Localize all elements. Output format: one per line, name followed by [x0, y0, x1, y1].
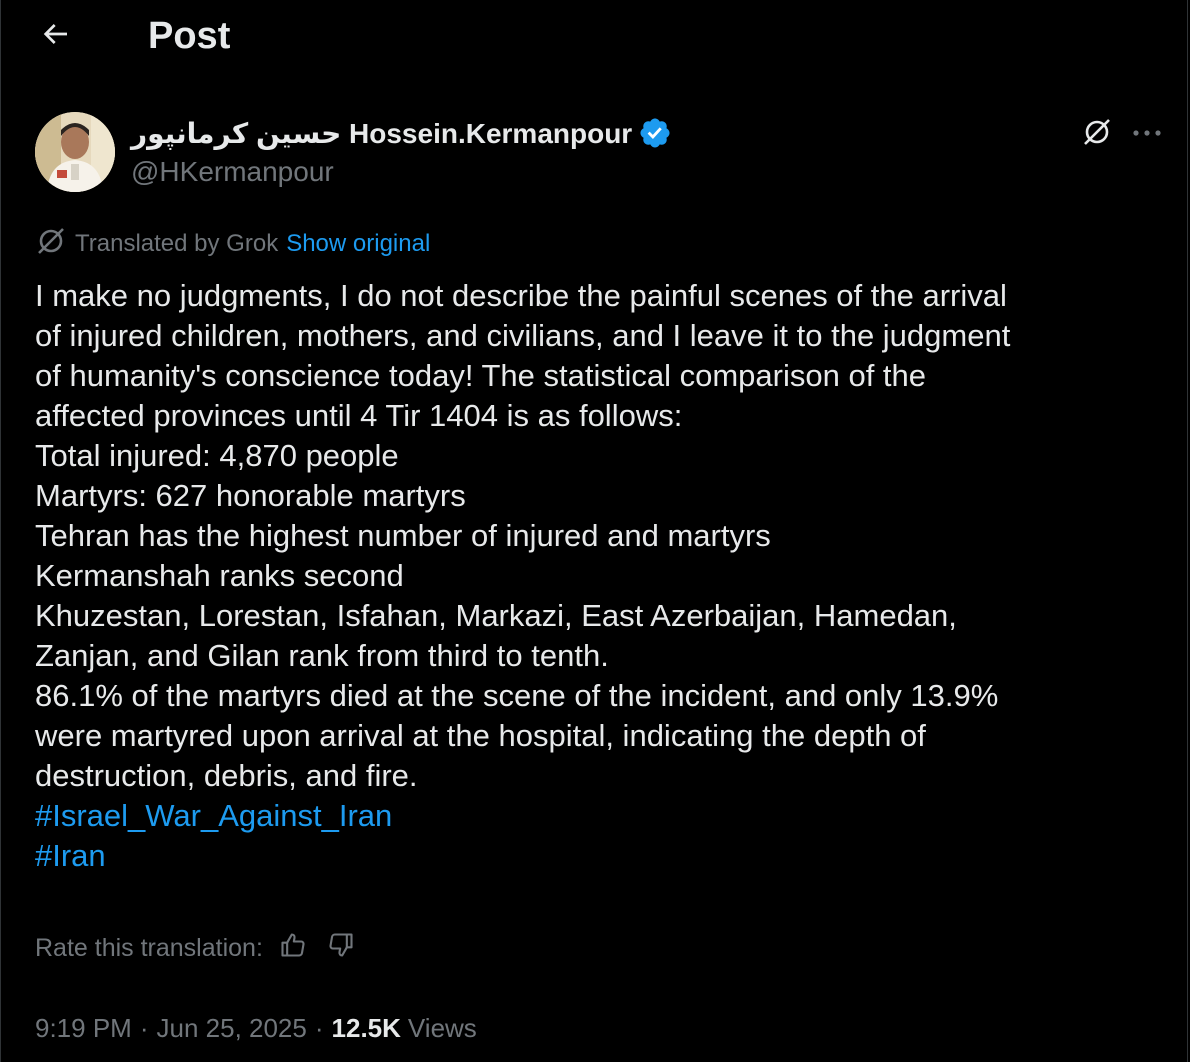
page-title: Post: [148, 15, 231, 57]
hashtag-iran[interactable]: #Iran: [35, 836, 1165, 876]
grok-icon: [1081, 116, 1113, 153]
author-name[interactable]: حسین کرمانپور Hossein.Kermanpour: [131, 117, 632, 150]
rate-translation-label: Rate this translation:: [35, 933, 263, 962]
post-text-line: Zanjan, and Gilan rank from third to ten…: [35, 638, 609, 673]
post-detail-page: Post حسین کرمانپور Hossein.Kermanpour @H…: [0, 0, 1188, 1062]
hashtag-israel-war-against-iran[interactable]: #Israel_War_Against_Iran: [35, 796, 1165, 836]
page-header: Post: [1, 0, 1187, 72]
meta-separator: ·: [314, 1012, 324, 1043]
author-handle[interactable]: @HKermanpour: [131, 154, 334, 190]
post-text-line: Total injured: 4,870 people: [35, 438, 399, 473]
translated-by-label: Translated by Grok: [75, 230, 279, 257]
post-text-line: of injured children, mothers, and civili…: [35, 318, 1011, 353]
views-count[interactable]: 12.5K: [332, 1013, 401, 1044]
arrow-left-icon: [39, 18, 71, 55]
post-time[interactable]: 9:19 PM: [35, 1013, 132, 1044]
grok-icon: [35, 225, 67, 264]
back-button[interactable]: [31, 14, 79, 58]
views-label: Views: [407, 1012, 477, 1043]
post-text-line: 86.1% of the martyrs died at the scene o…: [35, 678, 999, 713]
translation-notice: Translated by Grok Show original: [35, 226, 430, 262]
post-text-line: destruction, debris, and fire.: [35, 758, 418, 793]
post-meta: 9:19 PM · Jun 25, 2025 · 12.5K Views: [35, 1008, 477, 1048]
thumbs-up-button[interactable]: [275, 930, 311, 966]
post-text-line: Kermanshah ranks second: [35, 558, 404, 593]
post-text-line: Martyrs: 627 honorable martyrs: [35, 478, 466, 513]
post-text-line: were martyred upon arrival at the hospit…: [35, 718, 926, 753]
post-text: I make no judgments, I do not describe t…: [35, 276, 1165, 876]
thumbs-down-button[interactable]: [323, 930, 359, 966]
post-text-line: affected provinces until 4 Tir 1404 is a…: [35, 398, 683, 433]
post-text-line: of humanity's conscience today! The stat…: [35, 358, 927, 393]
show-original-link[interactable]: Show original: [286, 230, 430, 258]
author-name-row[interactable]: حسین کرمانپور Hossein.Kermanpour: [131, 114, 672, 152]
meta-separator: ·: [139, 1012, 149, 1043]
post-text-line: Tehran has the highest number of injured…: [35, 518, 771, 553]
thumbs-down-icon: [327, 931, 355, 966]
verified-badge-icon[interactable]: [638, 116, 672, 150]
more-options-button[interactable]: [1125, 112, 1169, 156]
more-dots-icon: [1131, 125, 1163, 143]
post-text-line: Khuzestan, Lorestan, Isfahan, Markazi, E…: [35, 598, 957, 633]
avatar[interactable]: [35, 112, 115, 192]
thumbs-up-icon: [279, 931, 307, 966]
post-date[interactable]: Jun 25, 2025: [157, 1013, 307, 1044]
rate-translation: Rate this translation:: [35, 928, 359, 968]
post-text-line: I make no judgments, I do not describe t…: [35, 278, 1007, 313]
grok-button[interactable]: [1075, 112, 1119, 156]
